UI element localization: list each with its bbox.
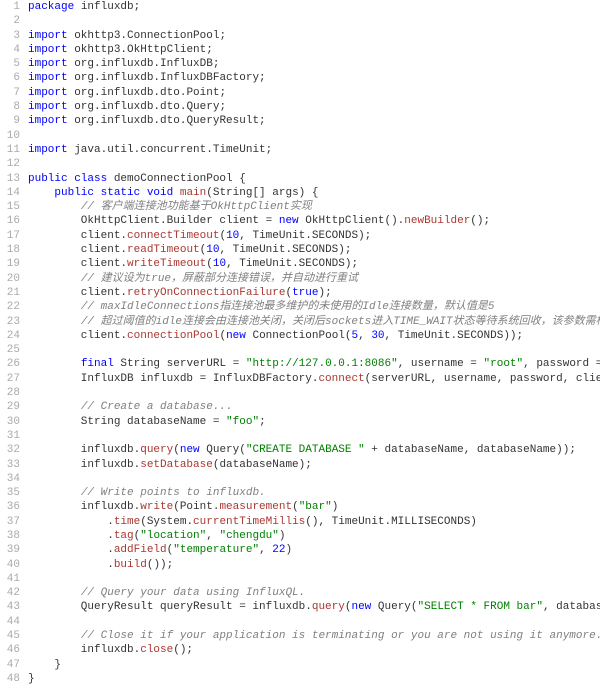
line-number: 46 [0, 643, 20, 657]
line-number: 44 [0, 615, 20, 629]
code-line: import java.util.concurrent.TimeUnit; [28, 143, 600, 157]
code-area: package influxdb; import okhttp3.Connect… [28, 0, 600, 686]
line-number: 43 [0, 600, 20, 614]
code-line: // maxIdleConnections指连接池最多维护的未使用的Idle连接… [28, 300, 600, 314]
line-number: 33 [0, 458, 20, 472]
line-number: 47 [0, 658, 20, 672]
line-number: 37 [0, 515, 20, 529]
code-line: client.readTimeout(10, TimeUnit.SECONDS)… [28, 243, 600, 257]
code-line: influxdb.close(); [28, 643, 600, 657]
line-number: 29 [0, 400, 20, 414]
line-number: 13 [0, 172, 20, 186]
code-line: final String serverURL = "http://127.0.0… [28, 357, 600, 371]
line-number: 16 [0, 214, 20, 228]
code-line: // Close it if your application is termi… [28, 629, 600, 643]
line-number: 41 [0, 572, 20, 586]
code-line: client.writeTimeout(10, TimeUnit.SECONDS… [28, 257, 600, 271]
code-line: import okhttp3.ConnectionPool; [28, 29, 600, 43]
line-number-gutter: 1234567891011121314151617181920212223242… [0, 0, 28, 686]
code-line [28, 615, 600, 629]
line-number: 42 [0, 586, 20, 600]
line-number: 7 [0, 86, 20, 100]
line-number: 21 [0, 286, 20, 300]
line-number: 20 [0, 272, 20, 286]
line-number: 31 [0, 429, 20, 443]
code-line: // Query your data using InfluxQL. [28, 586, 600, 600]
line-number: 38 [0, 529, 20, 543]
code-line [28, 472, 600, 486]
code-line [28, 343, 600, 357]
line-number: 22 [0, 300, 20, 314]
line-number: 24 [0, 329, 20, 343]
code-line: import org.influxdb.dto.QueryResult; [28, 114, 600, 128]
line-number: 23 [0, 315, 20, 329]
code-line: // 客户端连接池功能基于OkHttpClient实现 [28, 200, 600, 214]
line-number: 35 [0, 486, 20, 500]
code-line: import okhttp3.OkHttpClient; [28, 43, 600, 57]
code-line: } [28, 658, 600, 672]
code-line [28, 157, 600, 171]
code-line: import org.influxdb.InfluxDB; [28, 57, 600, 71]
line-number: 26 [0, 357, 20, 371]
code-line: .tag("location", "chengdu") [28, 529, 600, 543]
code-line: influxdb.setDatabase(databaseName); [28, 458, 600, 472]
code-line [28, 429, 600, 443]
code-line: QueryResult queryResult = influxdb.query… [28, 600, 600, 614]
code-line: } [28, 672, 600, 686]
line-number: 2 [0, 14, 20, 28]
code-line [28, 386, 600, 400]
line-number: 1 [0, 0, 20, 14]
code-line: influxdb.write(Point.measurement("bar") [28, 500, 600, 514]
code-line: client.retryOnConnectionFailure(true); [28, 286, 600, 300]
code-line: .time(System.currentTimeMillis(), TimeUn… [28, 515, 600, 529]
code-line: public static void main(String[] args) { [28, 186, 600, 200]
line-number: 10 [0, 129, 20, 143]
line-number: 9 [0, 114, 20, 128]
code-line: client.connectionPool(new ConnectionPool… [28, 329, 600, 343]
line-number: 34 [0, 472, 20, 486]
code-line: import org.influxdb.dto.Query; [28, 100, 600, 114]
line-number: 15 [0, 200, 20, 214]
line-number: 45 [0, 629, 20, 643]
code-line: // 超过阈值的idle连接会由连接池关闭，关闭后sockets进入TIME_W… [28, 315, 600, 329]
code-line: import org.influxdb.InfluxDBFactory; [28, 71, 600, 85]
code-line [28, 572, 600, 586]
code-line: String databaseName = "foo"; [28, 415, 600, 429]
line-number: 5 [0, 57, 20, 71]
code-line: .build()); [28, 558, 600, 572]
code-line: influxdb.query(new Query("CREATE DATABAS… [28, 443, 600, 457]
line-number: 12 [0, 157, 20, 171]
line-number: 11 [0, 143, 20, 157]
line-number: 18 [0, 243, 20, 257]
line-number: 6 [0, 71, 20, 85]
line-number: 27 [0, 372, 20, 386]
line-number: 3 [0, 29, 20, 43]
code-line: public class demoConnectionPool { [28, 172, 600, 186]
line-number: 14 [0, 186, 20, 200]
line-number: 32 [0, 443, 20, 457]
line-number: 19 [0, 257, 20, 271]
code-line [28, 14, 600, 28]
line-number: 8 [0, 100, 20, 114]
code-line: OkHttpClient.Builder client = new OkHttp… [28, 214, 600, 228]
line-number: 4 [0, 43, 20, 57]
code-line: client.connectTimeout(10, TimeUnit.SECON… [28, 229, 600, 243]
code-line: InfluxDB influxdb = InfluxDBFactory.conn… [28, 372, 600, 386]
line-number: 36 [0, 500, 20, 514]
line-number: 48 [0, 672, 20, 686]
line-number: 39 [0, 543, 20, 557]
code-line: .addField("temperature", 22) [28, 543, 600, 557]
code-line: import org.influxdb.dto.Point; [28, 86, 600, 100]
line-number: 30 [0, 415, 20, 429]
code-line: // Write points to influxdb. [28, 486, 600, 500]
code-line [28, 129, 600, 143]
code-line: // 建议设为true，屏蔽部分连接错误，并自动进行重试 [28, 272, 600, 286]
line-number: 28 [0, 386, 20, 400]
code-line: package influxdb; [28, 0, 600, 14]
line-number: 25 [0, 343, 20, 357]
line-number: 40 [0, 558, 20, 572]
line-number: 17 [0, 229, 20, 243]
code-line: // Create a database... [28, 400, 600, 414]
